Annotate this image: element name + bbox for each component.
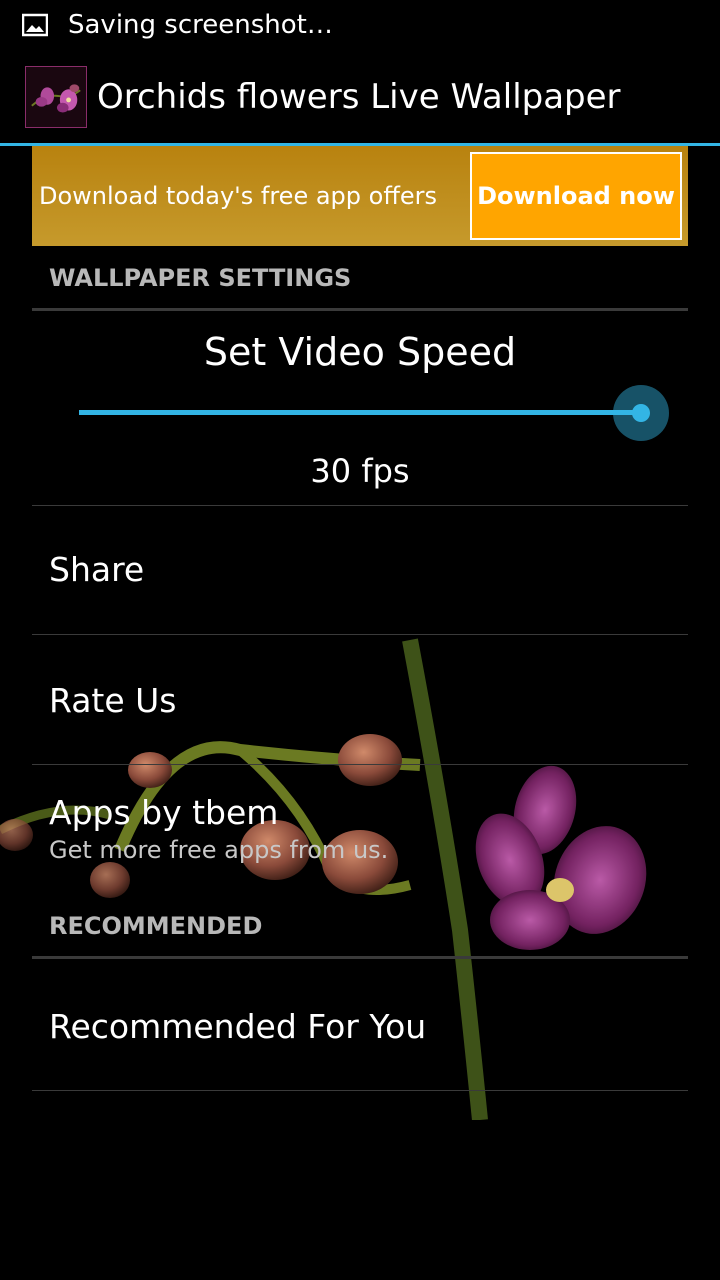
list-divider: [32, 1090, 688, 1091]
video-speed-title: Set Video Speed: [203, 330, 517, 374]
recommended-header: RECOMMENDED: [32, 912, 688, 960]
action-bar: Orchids flowers Live Wallpaper: [0, 50, 720, 144]
share-item[interactable]: Share: [32, 506, 688, 634]
recommended-for-you-label: Recommended For You: [49, 1007, 427, 1046]
rate-us-item[interactable]: Rate Us: [32, 635, 688, 763]
status-bar: Saving screenshot…: [0, 0, 720, 50]
wallpaper-settings-header: WALLPAPER SETTINGS: [32, 264, 688, 312]
orchid-app-icon[interactable]: [25, 66, 87, 128]
apps-by-tbem-summary: Get more free apps from us.: [49, 836, 389, 864]
ad-banner[interactable]: Download today's free app offers Downloa…: [32, 146, 688, 246]
wallpaper-settings-label: WALLPAPER SETTINGS: [49, 264, 352, 292]
download-now-button[interactable]: Download now: [470, 152, 682, 240]
section-divider: [32, 956, 688, 959]
apps-by-tbem-label: Apps by tbem: [49, 793, 279, 832]
video-speed-slider-thumb-center[interactable]: [632, 404, 650, 422]
recommended-label: RECOMMENDED: [49, 912, 263, 940]
ad-text: Download today's free app offers: [39, 182, 438, 210]
image-icon: [22, 13, 48, 37]
video-speed-value: 30 fps: [310, 452, 410, 490]
share-label: Share: [49, 550, 145, 589]
status-notification-text: Saving screenshot…: [68, 10, 333, 40]
rate-us-label: Rate Us: [49, 681, 177, 720]
app-title: Orchids flowers Live Wallpaper: [97, 77, 621, 117]
apps-by-tbem-item[interactable]: Apps by tbem Get more free apps from us.: [32, 765, 688, 893]
video-speed-slider-track[interactable]: [79, 410, 641, 415]
section-divider: [32, 308, 688, 311]
recommended-for-you-item[interactable]: Recommended For You: [32, 960, 688, 1090]
